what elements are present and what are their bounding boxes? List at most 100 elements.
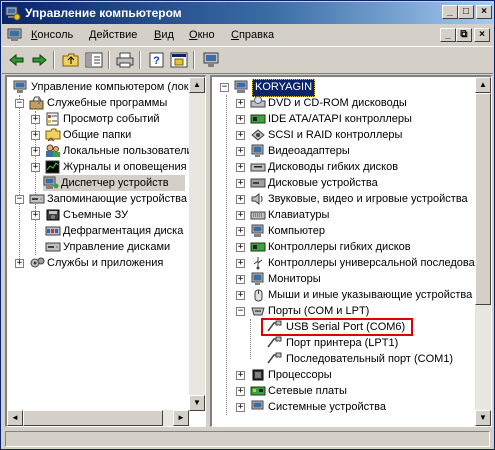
menu-help[interactable]: Справка [231, 29, 274, 41]
device-category-label: Порты (COM и LPT) [268, 305, 370, 317]
expand-toggle[interactable]: + [15, 259, 24, 268]
disk-management-icon [45, 242, 61, 252]
usb-icon [253, 257, 263, 270]
title-bar[interactable]: Управление компьютером _ □ × [2, 2, 493, 24]
expand-toggle[interactable]: + [31, 147, 40, 156]
right-vertical-scrollbar[interactable]: ▲ ▼ [475, 77, 491, 426]
scroll-down-button[interactable]: ▼ [189, 395, 205, 411]
menu-bar: Консоль Действие Вид Окно Справка _ ⧉ × [2, 25, 493, 45]
scroll-up-button[interactable]: ▲ [475, 77, 491, 93]
menu-action[interactable]: Действие [89, 29, 137, 41]
mdi-close-button[interactable]: × [474, 28, 490, 42]
expand-toggle[interactable]: + [236, 99, 245, 108]
expand-toggle[interactable]: + [236, 243, 245, 252]
expand-toggle[interactable]: + [236, 291, 245, 300]
toolbar-separator [53, 51, 55, 69]
highlight-box [261, 318, 413, 336]
device-category-label: Клавиатуры [268, 209, 330, 221]
tools-icon [29, 96, 44, 110]
processor-icon [252, 369, 264, 381]
device-label: Последовательный порт (COM1) [286, 353, 454, 365]
tree-item-label: Дефрагментация диска [63, 225, 184, 237]
services-icon [30, 257, 45, 268]
collapse-toggle[interactable]: − [236, 307, 245, 316]
tree-item-device-manager[interactable]: Диспетчер устройств [43, 175, 185, 191]
network-card-icon [250, 386, 266, 396]
left-vertical-scrollbar[interactable]: ▲ ▼ [189, 77, 205, 411]
tree-item-label: Служебные программы [47, 97, 168, 109]
removable-storage-icon [46, 209, 60, 221]
minimize-button[interactable]: _ [442, 5, 458, 19]
forward-icon[interactable] [29, 51, 49, 69]
users-icon [46, 144, 60, 157]
scroll-right-button[interactable]: ► [173, 410, 189, 426]
expand-toggle[interactable]: + [236, 147, 245, 156]
menu-view[interactable]: Вид [154, 29, 174, 41]
tree-item-label: Диспетчер устройств [61, 177, 169, 189]
expand-toggle[interactable]: + [236, 371, 245, 380]
serial-port-icon [267, 352, 282, 364]
tree-item-label: Журналы и оповещения пр [63, 161, 202, 173]
expand-toggle[interactable]: + [31, 211, 40, 220]
close-button[interactable]: × [476, 5, 492, 19]
expand-toggle[interactable]: + [31, 115, 40, 124]
device-tree-pane[interactable]: − KORYAGIN + DVD и CD-ROM дисководы + ID… [210, 75, 492, 427]
mdi-minimize-button[interactable]: _ [440, 28, 456, 42]
scroll-thumb[interactable] [475, 93, 491, 305]
mdi-restore-button[interactable]: ⧉ [456, 28, 472, 42]
collapse-toggle[interactable]: − [15, 99, 24, 108]
expand-toggle[interactable]: + [236, 227, 245, 236]
collapse-toggle[interactable]: − [220, 83, 229, 92]
scroll-left-button[interactable]: ◄ [7, 410, 23, 426]
expand-toggle[interactable]: + [236, 163, 245, 172]
toolbar-separator [108, 51, 110, 69]
shared-folder-icon [45, 128, 61, 142]
properties-icon[interactable] [169, 51, 189, 69]
expand-toggle[interactable]: + [236, 131, 245, 140]
storage-icon [29, 194, 45, 204]
expand-toggle[interactable]: + [236, 115, 245, 124]
collapse-toggle[interactable]: − [15, 195, 24, 204]
expand-toggle[interactable]: + [236, 179, 245, 188]
left-horizontal-scrollbar[interactable]: ◄ ► [7, 410, 189, 426]
performance-logs-icon [45, 160, 60, 174]
monitor-icon[interactable] [201, 51, 221, 69]
controller-icon [250, 242, 266, 252]
toolbar-separator [193, 51, 195, 69]
expand-toggle[interactable]: + [31, 131, 40, 140]
expand-toggle[interactable]: + [236, 387, 245, 396]
back-icon[interactable] [7, 51, 27, 69]
expand-toggle[interactable]: + [236, 259, 245, 268]
tree-item-label: Управление дисками [63, 241, 171, 253]
status-panel [5, 431, 490, 447]
show-tree-icon[interactable] [84, 51, 104, 69]
expand-toggle[interactable]: + [236, 275, 245, 284]
up-folder-icon[interactable] [61, 51, 81, 69]
expand-toggle[interactable]: + [31, 163, 40, 172]
expand-toggle[interactable]: + [236, 403, 245, 412]
menu-window[interactable]: Окно [189, 29, 215, 41]
scsi-icon [251, 129, 265, 141]
device-category-label: Дисковые устройства [268, 177, 378, 189]
svg-text:?: ? [153, 55, 160, 67]
device-category-label: Системные устройства [268, 401, 387, 413]
device-category-label: Компьютер [268, 225, 325, 237]
print-icon[interactable] [115, 51, 135, 69]
expand-toggle[interactable]: + [236, 211, 245, 220]
scroll-up-button[interactable]: ▲ [189, 77, 205, 93]
scroll-down-button[interactable]: ▼ [475, 410, 491, 426]
tree-connector [19, 95, 20, 263]
event-viewer-icon [46, 112, 59, 126]
expand-toggle[interactable]: + [236, 195, 245, 204]
console-icon[interactable] [7, 28, 23, 42]
device-category-label: Дисководы гибких дисков [268, 161, 399, 173]
tree-connector [226, 95, 227, 415]
maximize-button[interactable]: □ [458, 5, 474, 19]
computer-management-window: Управление компьютером _ □ × Консоль Дей… [0, 0, 495, 450]
tree-connector [250, 319, 251, 359]
menu-console[interactable]: Консоль [31, 29, 73, 41]
console-tree-pane[interactable]: Управление компьютером (локаль − Служебн… [5, 75, 206, 427]
scroll-thumb[interactable] [23, 410, 163, 426]
computer-management-icon [5, 6, 21, 21]
help-icon[interactable]: ? [147, 51, 167, 69]
